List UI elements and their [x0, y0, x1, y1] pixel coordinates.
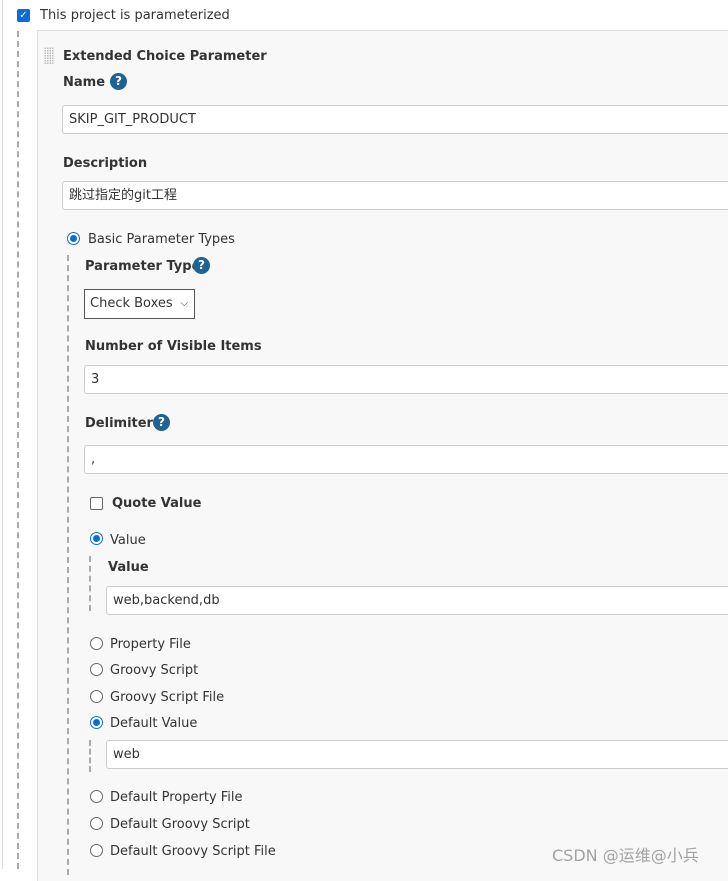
parameter-type-label: Parameter Type	[85, 259, 201, 274]
groovy-script-file-radio[interactable]	[90, 690, 103, 703]
visible-items-label: Number of Visible Items	[85, 339, 262, 354]
default-value-divider	[89, 740, 91, 772]
parameterized-label: This project is parameterized	[40, 8, 230, 23]
help-icon[interactable]: ?	[110, 73, 127, 90]
drag-handle-icon[interactable]	[44, 47, 54, 65]
value-input[interactable]: web,backend,db	[106, 586, 728, 615]
chevron-down-icon: ⌵	[180, 298, 188, 309]
default-value-label: Default Value	[110, 716, 198, 731]
quote-value-label: Quote Value	[112, 496, 202, 511]
value-divider	[89, 556, 91, 611]
default-groovy-script-file-label: Default Groovy Script File	[110, 844, 276, 859]
visible-items-input[interactable]: 3	[84, 365, 728, 394]
parameter-type-value: Check Boxes	[90, 296, 173, 311]
parameter-panel: Extended Choice Parameter Name ? SKIP_GI…	[37, 30, 728, 881]
value-radio-label: Value	[110, 533, 146, 548]
groovy-script-radio[interactable]	[90, 663, 103, 676]
default-property-file-radio[interactable]	[90, 790, 103, 803]
basic-types-label: Basic Parameter Types	[88, 232, 235, 247]
parameterized-checkbox[interactable]: ✓	[17, 9, 30, 22]
default-value-radio[interactable]	[90, 716, 103, 729]
default-groovy-script-radio[interactable]	[90, 817, 103, 830]
left-border	[2, 0, 3, 869]
quote-value-checkbox[interactable]	[90, 497, 103, 510]
default-groovy-script-label: Default Groovy Script	[110, 817, 250, 832]
help-icon[interactable]: ?	[193, 257, 210, 274]
help-icon[interactable]: ?	[153, 414, 170, 431]
description-input[interactable]: 跳过指定的git工程	[62, 181, 728, 210]
parameter-type-select[interactable]: Check Boxes ⌵	[84, 289, 195, 319]
value-radio[interactable]	[90, 532, 103, 545]
panel-title: Extended Choice Parameter	[63, 49, 267, 64]
basic-divider	[67, 255, 69, 875]
section-divider	[17, 31, 19, 869]
name-input[interactable]: SKIP_GIT_PRODUCT	[62, 105, 728, 134]
description-label: Description	[63, 156, 148, 171]
property-file-label: Property File	[110, 637, 191, 652]
value-label: Value	[108, 560, 149, 575]
groovy-script-label: Groovy Script	[110, 663, 199, 678]
delimiter-input[interactable]: ,	[84, 445, 728, 474]
name-label: Name	[63, 75, 106, 90]
basic-types-radio[interactable]	[67, 232, 80, 245]
property-file-radio[interactable]	[90, 637, 103, 650]
default-property-file-label: Default Property File	[110, 790, 243, 805]
watermark: CSDN @运维@小兵	[552, 846, 699, 865]
groovy-script-file-label: Groovy Script File	[110, 690, 225, 705]
default-value-input[interactable]: web	[106, 740, 728, 769]
default-groovy-script-file-radio[interactable]	[90, 844, 103, 857]
delimiter-label: Delimiter	[85, 416, 153, 431]
